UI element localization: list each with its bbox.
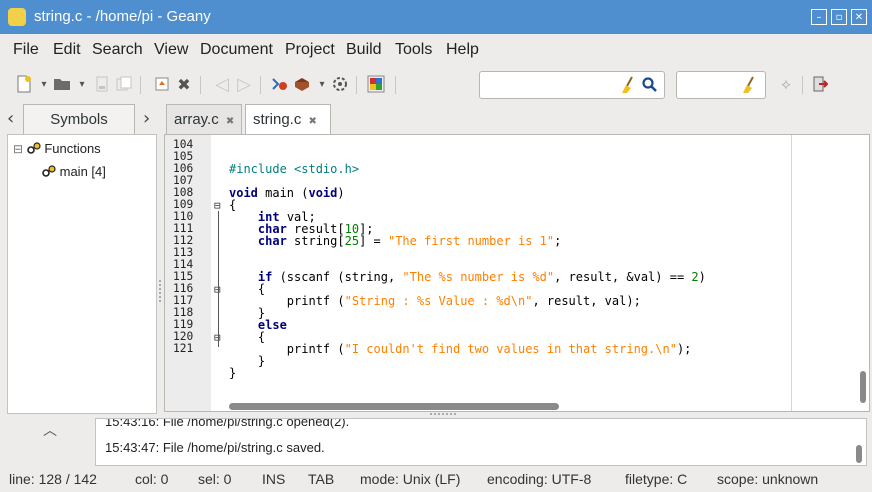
menu-build[interactable]: Build xyxy=(346,41,382,59)
menu-edit[interactable]: Edit xyxy=(53,41,81,59)
status-filetype: filetype: C xyxy=(625,471,688,487)
menu-document[interactable]: Document xyxy=(200,41,273,59)
menu-file[interactable]: File xyxy=(13,41,39,59)
tree-item-label: main [4] xyxy=(59,164,106,179)
code-line: void main (void) xyxy=(229,186,345,200)
goto-line-input[interactable] xyxy=(676,71,766,99)
navigate-forward-icon[interactable]: ▷ xyxy=(234,74,254,95)
tab-symbols[interactable]: Symbols xyxy=(23,104,135,134)
tab-string-c[interactable]: string.c ✖ xyxy=(245,104,331,134)
sidebar-tab-scroll-right-icon[interactable]: › xyxy=(143,108,150,129)
message-scroll-up-icon[interactable]: ︿ xyxy=(43,420,57,440)
line-number: 121 xyxy=(173,342,194,355)
menu-tools[interactable]: Tools xyxy=(395,41,432,59)
toolbar-separator xyxy=(200,76,201,94)
status-bar: line: 128 / 142 col: 0 sel: 0 INS TAB mo… xyxy=(0,468,872,492)
clear-search-broom-icon[interactable] xyxy=(620,76,636,98)
menu-help[interactable]: Help xyxy=(446,41,479,59)
code-line: if (sscanf (string, "The %s number is %d… xyxy=(257,270,706,284)
code-line: char string[25] = "The first number is 1… xyxy=(257,234,562,248)
toolbar-separator xyxy=(802,76,803,94)
status-indent-mode: TAB xyxy=(308,471,335,487)
message-line: 15:43:16: File /home/pi/string.c opened(… xyxy=(105,418,350,429)
menu-search[interactable]: Search xyxy=(92,41,143,59)
status-line: line: 128 / 142 xyxy=(9,471,97,487)
search-input[interactable] xyxy=(479,71,665,99)
tab-close-icon[interactable]: ✖ xyxy=(309,116,317,127)
long-line-marker xyxy=(791,135,792,411)
menu-bar: File Edit Search View Document Project B… xyxy=(0,36,872,64)
compile-icon[interactable] xyxy=(270,74,290,94)
toolbar-separator xyxy=(260,76,261,94)
maximize-button[interactable]: ▫ xyxy=(831,9,847,25)
sidebar-tab-scroll-left-icon[interactable]: ‹ xyxy=(7,108,14,129)
message-window: 15:43:16: File /home/pi/string.c opened(… xyxy=(95,418,867,466)
build-icon[interactable] xyxy=(292,74,312,94)
menu-view[interactable]: View xyxy=(154,41,188,59)
tab-label: string.c xyxy=(253,111,302,128)
tab-array-c[interactable]: array.c ✖ xyxy=(166,104,242,134)
window-title: string.c - /home/pi - Geany xyxy=(34,8,211,25)
pane-resize-handle[interactable] xyxy=(430,413,456,415)
title-bar: string.c - /home/pi - Geany – ▫ ✕ xyxy=(0,0,872,34)
build-dropdown-chevron-icon[interactable]: ▾ xyxy=(312,74,332,94)
open-dropdown-chevron-icon[interactable]: ▾ xyxy=(72,74,92,94)
collapse-expander-icon[interactable]: ⊟ xyxy=(13,142,23,156)
minimize-button[interactable]: – xyxy=(811,9,827,25)
new-file-icon[interactable] xyxy=(14,74,34,94)
run-execute-icon[interactable] xyxy=(330,74,350,94)
toolbar-separator xyxy=(140,76,141,94)
save-all-icon[interactable] xyxy=(114,74,134,94)
color-chooser-icon[interactable] xyxy=(366,74,386,94)
new-dropdown-chevron-icon[interactable]: ▾ xyxy=(34,74,54,94)
open-folder-icon[interactable] xyxy=(52,74,72,94)
close-button[interactable]: ✕ xyxy=(851,9,867,25)
revert-icon[interactable] xyxy=(152,74,172,94)
message-line: 15:43:47: File /home/pi/string.c saved. xyxy=(105,440,325,455)
close-file-icon[interactable]: ✖ xyxy=(174,74,194,94)
toolbar: ▾ ▾ ✖ ◁ ▷ ▾ ⟡ xyxy=(0,66,872,102)
tab-label: array.c xyxy=(174,111,219,128)
code-line: printf ("I couldn't find two values in t… xyxy=(229,342,692,356)
sidebar-resize-handle[interactable] xyxy=(159,280,163,302)
vertical-scrollbar[interactable] xyxy=(860,371,866,403)
status-insert-mode: INS xyxy=(262,471,286,487)
save-icon[interactable] xyxy=(92,74,112,94)
status-sel: sel: 0 xyxy=(198,471,232,487)
geany-app-icon xyxy=(8,8,26,26)
status-line-endings: mode: Unix (LF) xyxy=(360,471,461,487)
clear-goto-broom-icon[interactable] xyxy=(741,76,757,98)
status-encoding: encoding: UTF-8 xyxy=(487,471,592,487)
fold-line xyxy=(218,211,219,347)
toolbar-separator xyxy=(356,76,357,94)
toolbar-separator xyxy=(395,76,396,94)
code-line: #include <stdio.h> xyxy=(229,162,360,176)
tree-group-functions[interactable]: ⊟ Functions xyxy=(13,141,101,156)
code-line: printf ("String : %s Value : %d\n", resu… xyxy=(229,294,641,308)
horizontal-scrollbar[interactable] xyxy=(229,403,559,410)
jump-to-line-icon[interactable]: ⟡ xyxy=(776,74,796,94)
search-magnifier-icon[interactable] xyxy=(642,76,658,98)
code-line: } xyxy=(229,366,237,380)
function-symbol-icon xyxy=(26,142,41,154)
tree-item-main[interactable]: main [4] xyxy=(42,164,106,179)
tab-close-icon[interactable]: ✖ xyxy=(226,116,234,127)
symbols-panel: ⊟ Functions main [4] xyxy=(7,134,157,414)
tree-group-label: Functions xyxy=(44,141,101,156)
navigate-back-icon[interactable]: ◁ xyxy=(212,74,232,95)
quit-icon[interactable] xyxy=(810,74,830,94)
status-col: col: 0 xyxy=(135,471,169,487)
code-editor[interactable]: 104 105 106 107 108 109 110 111 112 113 … xyxy=(164,134,870,412)
message-scrollbar[interactable] xyxy=(856,445,862,463)
menu-project[interactable]: Project xyxy=(285,41,335,59)
status-scope: scope: unknown xyxy=(717,471,819,487)
function-symbol-icon xyxy=(42,165,56,177)
